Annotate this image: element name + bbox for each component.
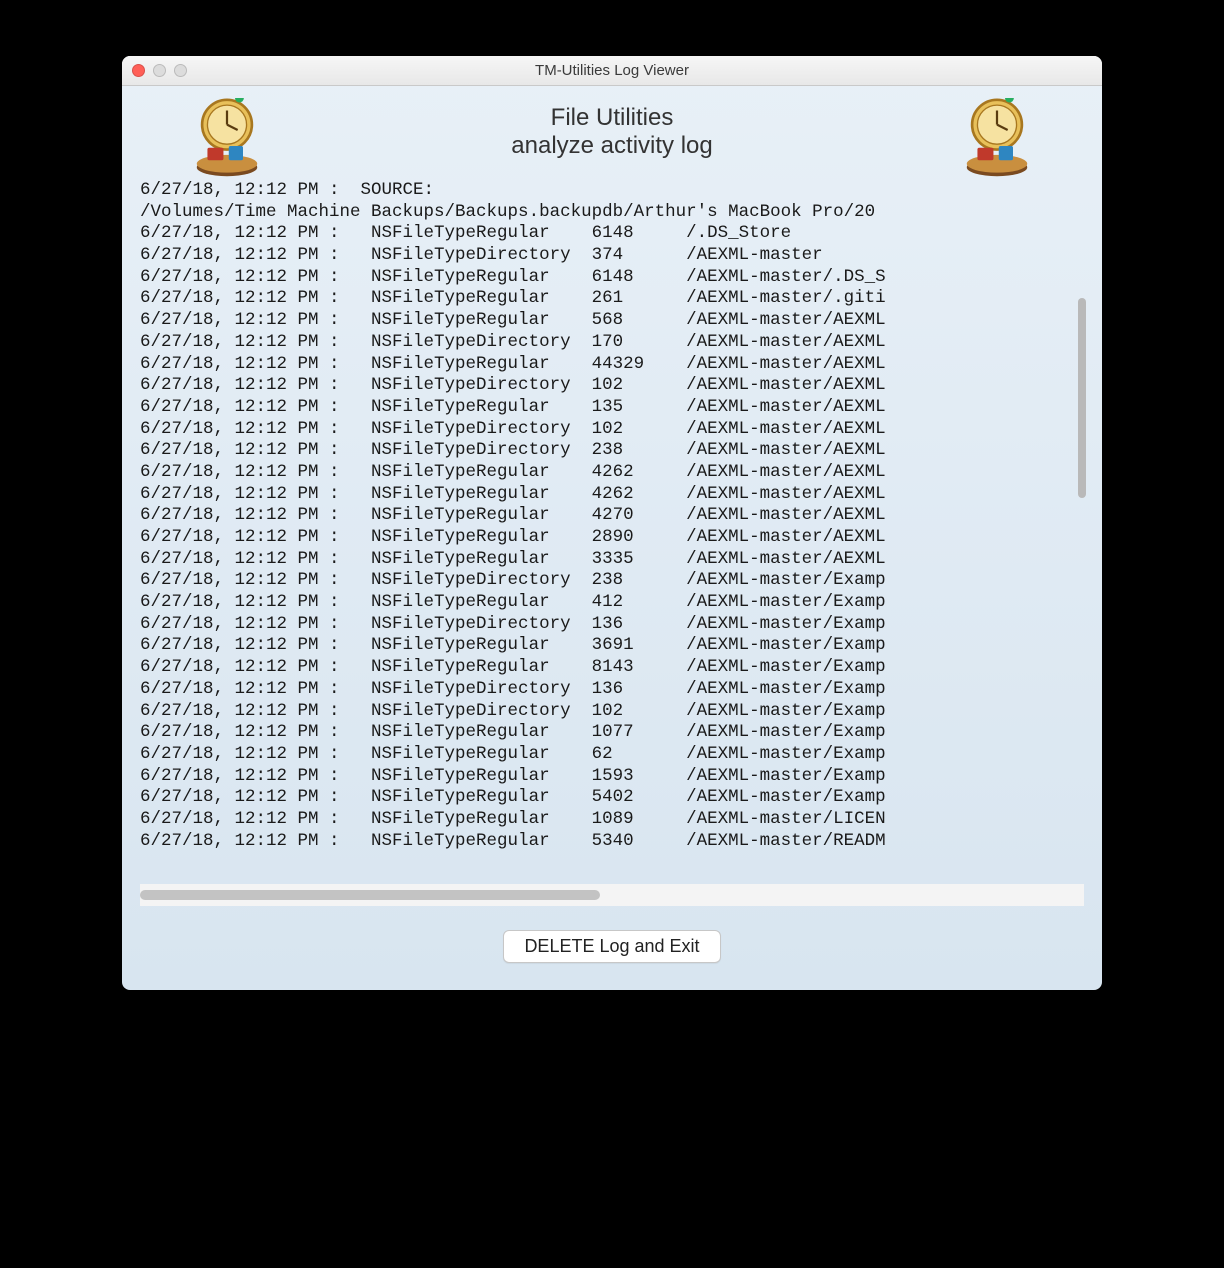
traffic-lights [122, 64, 187, 77]
delete-log-exit-button[interactable]: DELETE Log and Exit [503, 930, 720, 963]
vertical-scrollbar[interactable] [1078, 298, 1086, 498]
minimize-icon[interactable] [153, 64, 166, 77]
time-machine-clock-icon [952, 98, 1042, 178]
footer: DELETE Log and Exit [122, 902, 1102, 990]
header-sub: analyze activity log [511, 132, 712, 160]
log-text[interactable]: 6/27/18, 12:12 PM : SOURCE: /Volumes/Tim… [140, 180, 1084, 902]
window-title: TM-Utilities Log Viewer [122, 62, 1102, 79]
app-icon-right [952, 98, 1042, 178]
time-machine-clock-icon [182, 98, 272, 178]
header: File Utilities analyze activity log [122, 86, 1102, 168]
titlebar[interactable]: TM-Utilities Log Viewer [122, 56, 1102, 86]
header-titles: File Utilities analyze activity log [511, 104, 712, 160]
close-icon[interactable] [132, 64, 145, 77]
zoom-icon[interactable] [174, 64, 187, 77]
horizontal-scrollbar[interactable] [140, 890, 600, 900]
header-main: File Utilities [511, 104, 712, 132]
app-icon-left [182, 98, 272, 178]
app-window: TM-Utilities Log Viewer [122, 56, 1102, 990]
log-container: 6/27/18, 12:12 PM : SOURCE: /Volumes/Tim… [140, 180, 1084, 902]
